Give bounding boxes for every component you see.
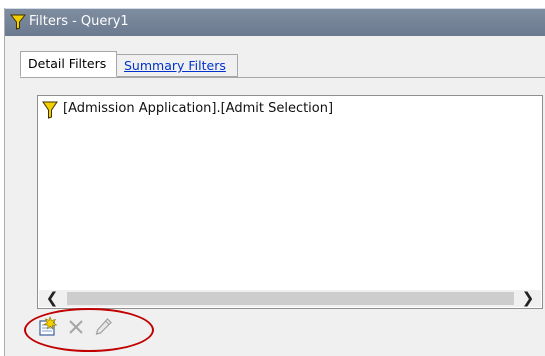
new-filter-icon bbox=[37, 316, 59, 342]
filter-funnel-icon bbox=[42, 101, 58, 119]
title-bar[interactable]: Filters - Query1 bbox=[5, 8, 545, 36]
delete-filter-button[interactable] bbox=[65, 316, 87, 338]
filter-funnel-icon bbox=[9, 14, 27, 30]
filter-list[interactable]: [Admission Application].[Admit Selection… bbox=[37, 95, 543, 309]
scroll-thumb[interactable] bbox=[67, 292, 514, 305]
scroll-left-button[interactable]: ❮ bbox=[39, 290, 65, 307]
delete-x-icon bbox=[65, 320, 87, 342]
filter-expression: [Admission Application].[Admit Selection… bbox=[63, 101, 334, 116]
new-filter-button[interactable] bbox=[37, 316, 59, 338]
detail-filters-panel: [Admission Application].[Admit Selection… bbox=[20, 77, 545, 318]
scroll-right-button[interactable]: ❯ bbox=[515, 290, 541, 307]
window-title: Filters - Query1 bbox=[29, 14, 129, 29]
tab-detail-filters[interactable]: Detail Filters bbox=[20, 51, 117, 77]
edit-pencil-icon bbox=[92, 318, 114, 342]
horizontal-scrollbar[interactable]: ❮ ❯ bbox=[39, 290, 541, 307]
edit-filter-button[interactable] bbox=[92, 316, 114, 338]
tab-summary-filters[interactable]: Summary Filters bbox=[117, 54, 238, 77]
filters-dialog: Filters - Query1 Detail Filters Summary … bbox=[4, 8, 545, 356]
